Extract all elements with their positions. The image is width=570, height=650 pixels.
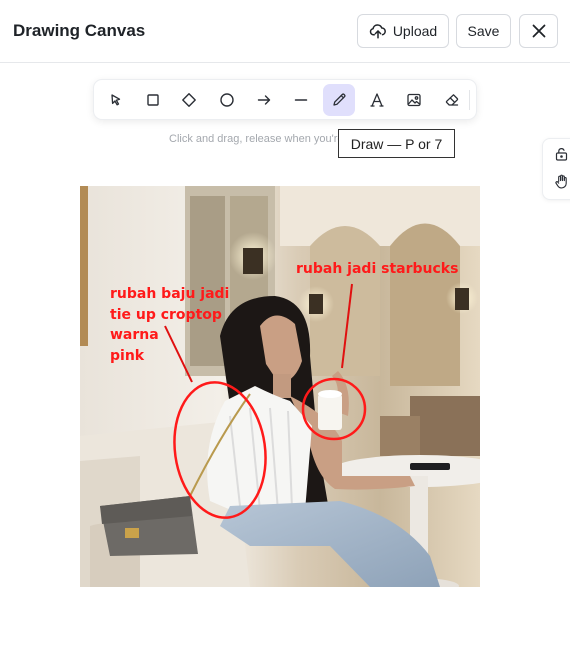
draw-tool[interactable]	[323, 84, 355, 116]
lock-button[interactable]	[550, 145, 570, 167]
save-button[interactable]: Save	[456, 14, 511, 48]
line-tool[interactable]	[285, 84, 317, 116]
close-icon	[531, 23, 547, 39]
annotation-line: rubah jadi starbucks	[296, 261, 459, 277]
annotation-line: tie up croptop	[110, 306, 222, 323]
close-button[interactable]	[519, 14, 558, 48]
draw-tooltip: Draw — P or 7	[338, 129, 455, 158]
eraser-tool[interactable]	[436, 84, 468, 116]
rectangle-icon	[146, 93, 160, 107]
lock-icon	[555, 147, 568, 166]
pan-button[interactable]	[550, 173, 570, 195]
canvas-hint: Click and drag, release when you're fini…	[169, 133, 341, 145]
diamond-tool[interactable]	[173, 84, 205, 116]
arrow-right-icon	[256, 92, 272, 108]
hand-icon	[554, 174, 569, 194]
toolbar-divider	[469, 90, 470, 110]
ellipse-tool[interactable]	[211, 84, 243, 116]
canvas-photo[interactable]	[80, 186, 480, 587]
page-title: Drawing Canvas	[13, 21, 146, 40]
pencil-icon	[331, 92, 347, 108]
canvas-side-controls	[542, 138, 570, 200]
circle-icon	[219, 92, 235, 108]
eraser-icon	[444, 92, 460, 108]
arrow-tool[interactable]	[248, 84, 280, 116]
image-tool[interactable]	[398, 84, 430, 116]
selection-tool[interactable]	[100, 84, 132, 116]
annotation-line: rubah baju jadi	[110, 286, 230, 302]
text-tool[interactable]	[361, 84, 393, 116]
canvas-annotation-2[interactable]: rubah jadi starbucks	[296, 259, 458, 280]
upload-button[interactable]: Upload	[357, 14, 449, 48]
drawing-toolbar	[93, 79, 477, 120]
rectangle-tool[interactable]	[137, 84, 169, 116]
upload-button-label: Upload	[392, 23, 438, 39]
annotation-line: warna	[110, 327, 159, 343]
cursor-icon	[109, 93, 123, 107]
image-icon	[406, 92, 422, 108]
diamond-icon	[181, 92, 197, 108]
line-icon	[293, 92, 309, 108]
cloud-upload-icon	[369, 22, 387, 40]
canvas-annotation-1[interactable]: rubah baju jadi tie up croptop warna pin…	[110, 284, 229, 366]
app-header: Drawing Canvas Upload Save	[0, 0, 570, 63]
text-icon	[369, 92, 385, 108]
annotation-line: pink	[110, 347, 145, 364]
